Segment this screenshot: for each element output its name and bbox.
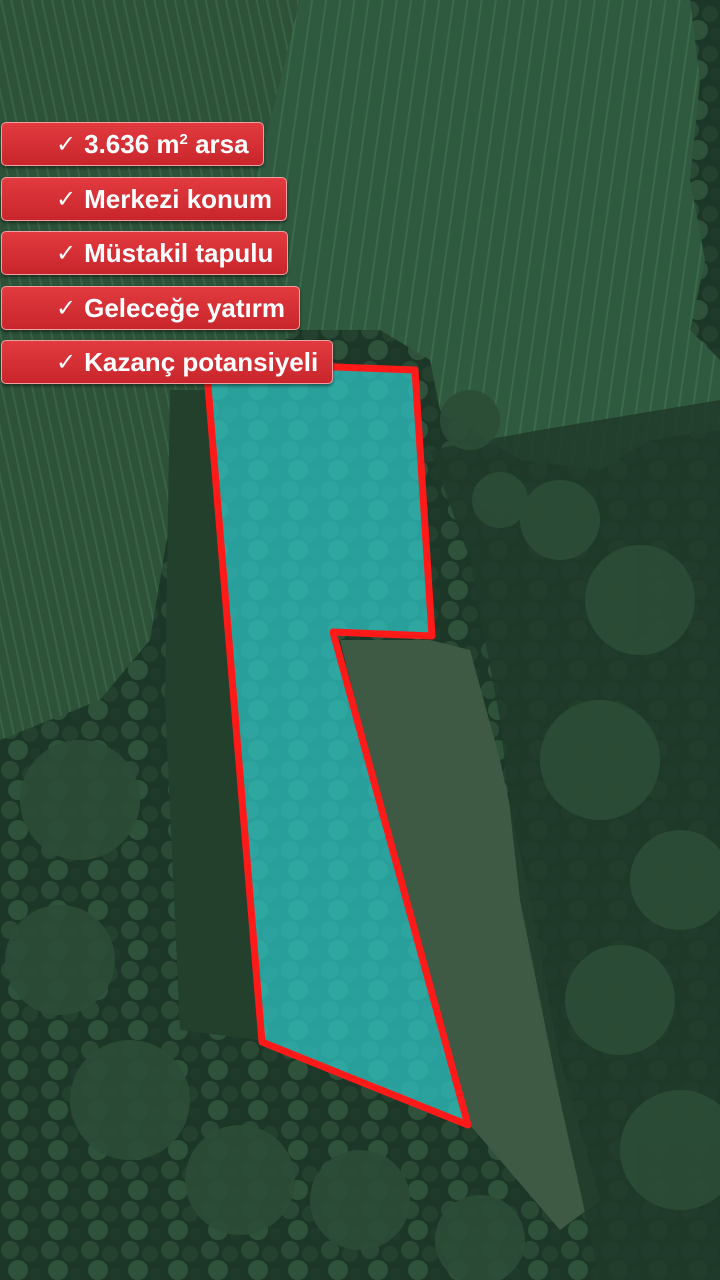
- badge-investment: ✓ Geleceğe yatırm: [1, 286, 300, 330]
- badge-text: Merkezi konum: [84, 183, 272, 214]
- check-icon: ✓: [56, 348, 77, 376]
- badge-text: Geleceğe yatırm: [84, 292, 285, 323]
- badge-text: Müstakil tapulu: [84, 237, 274, 268]
- badge-text: 3.636 m: [84, 128, 180, 159]
- badge-suffix: arsa: [187, 128, 249, 159]
- check-icon: ✓: [56, 294, 77, 322]
- check-icon: ✓: [56, 239, 77, 267]
- badge-central-location: ✓ Merkezi konum: [1, 177, 287, 221]
- badge-area-size: ✓ 3.636 m2 arsa: [1, 122, 264, 166]
- badge-title-deed: ✓ Müstakil tapulu: [1, 231, 289, 275]
- badge-text: Kazanç potansiyeli: [84, 346, 319, 377]
- check-icon: ✓: [56, 185, 77, 213]
- badge-profit-potential: ✓ Kazanç potansiyeli: [1, 340, 334, 384]
- check-icon: ✓: [56, 130, 77, 158]
